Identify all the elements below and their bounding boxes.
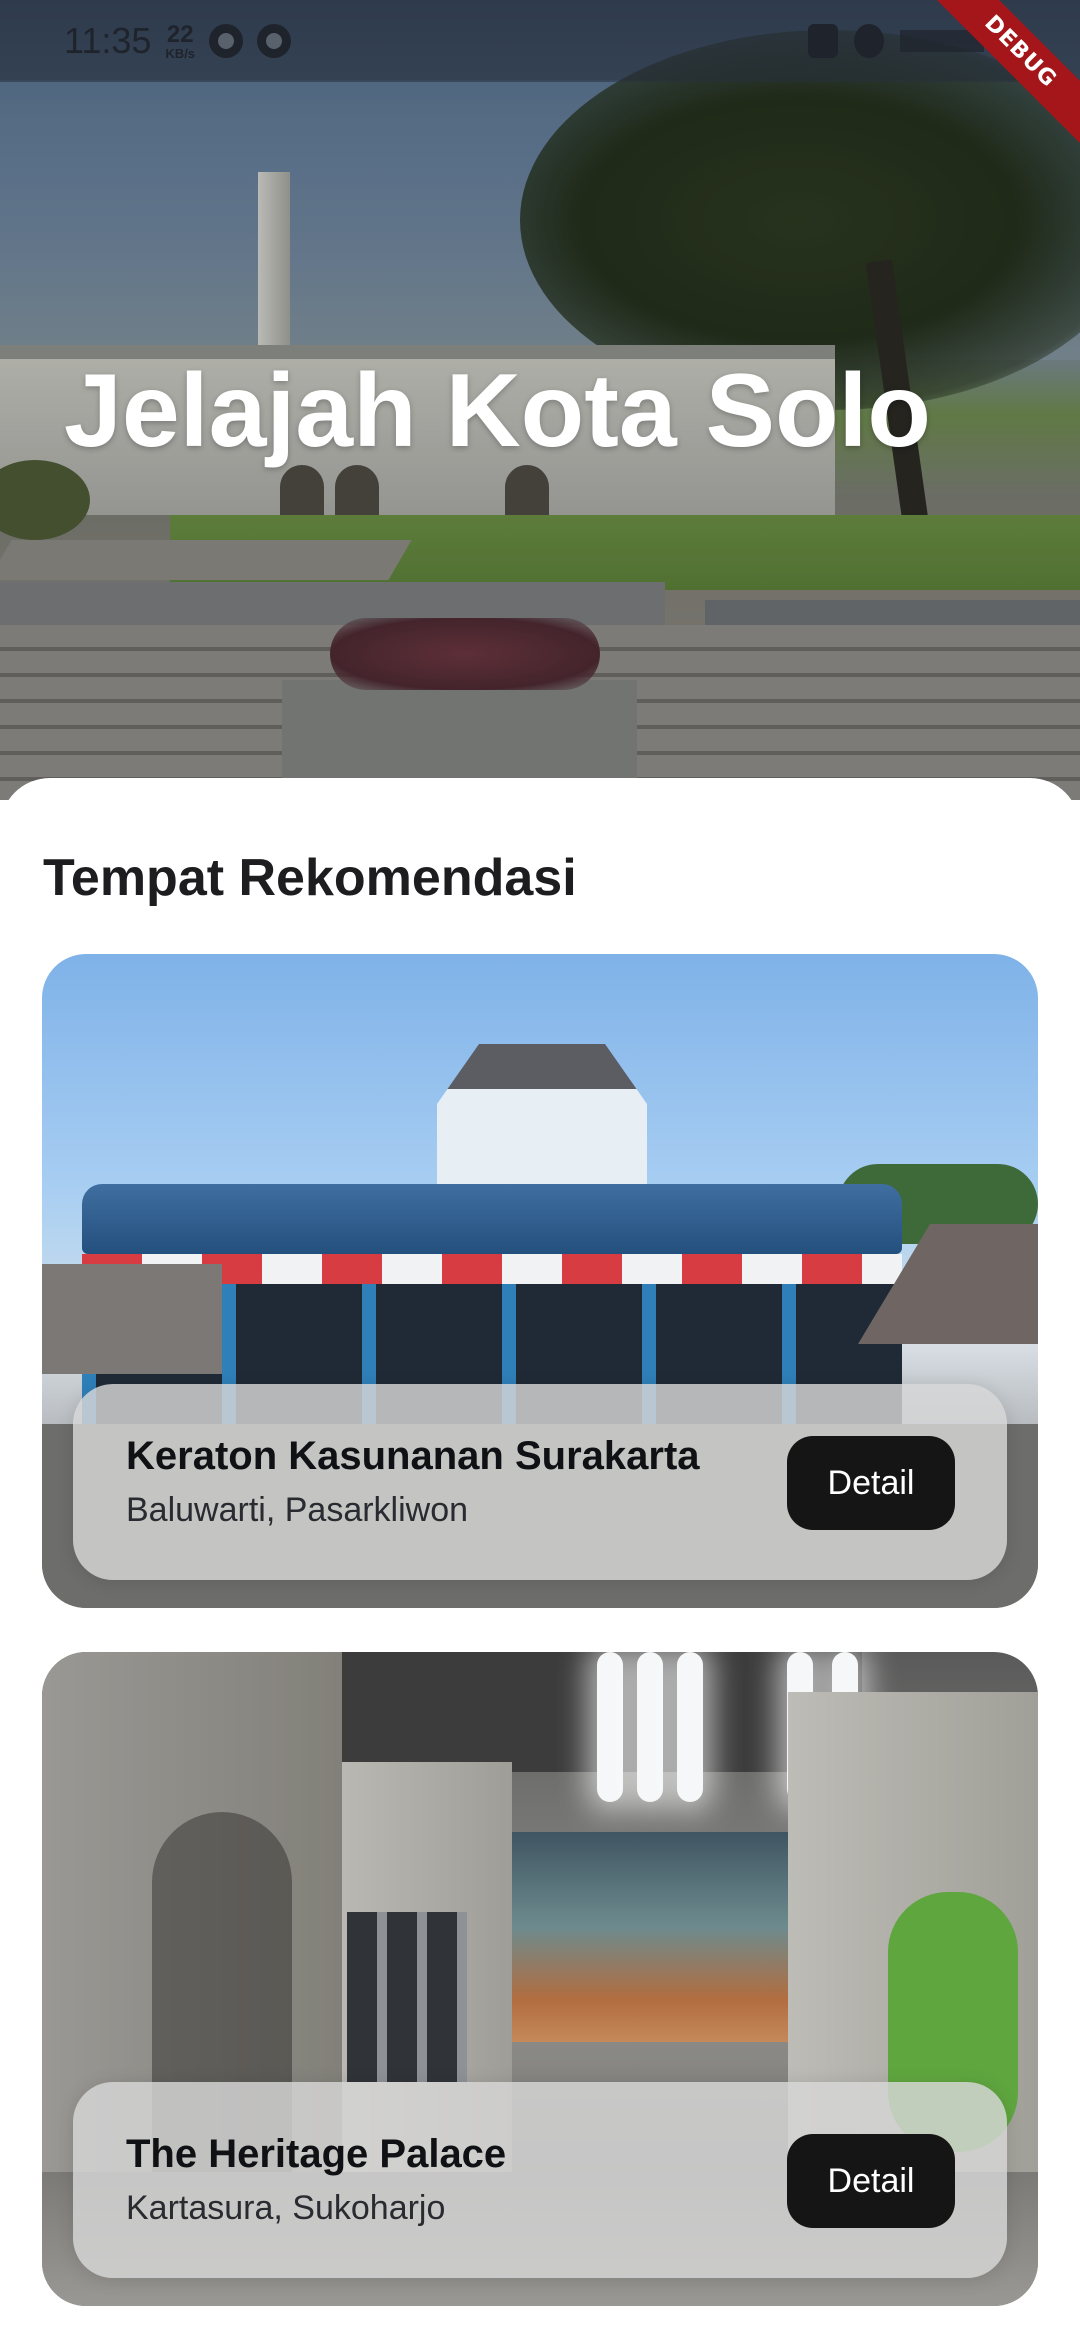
place-info-panel: Keraton Kasunanan Surakarta Baluwarti, P… [73, 1384, 1007, 1580]
card-image-light [597, 1652, 623, 1802]
status-bar: 11:35 22 KB/s [0, 0, 1080, 82]
network-speed-icon: 22 KB/s [165, 20, 196, 61]
card-image-roof [82, 1184, 902, 1254]
search-icon [854, 24, 884, 58]
detail-button[interactable]: Detail [787, 2134, 955, 2228]
status-time: 11:35 [64, 20, 152, 61]
place-location: Baluwarti, Pasarkliwon [126, 1491, 469, 1529]
app-notification-icon [257, 24, 292, 58]
card-image-tower [437, 1044, 647, 1194]
globe-icon [209, 24, 244, 58]
card-image-mural [512, 1832, 802, 2042]
place-card[interactable]: Keraton Kasunanan Surakarta Baluwarti, P… [42, 954, 1038, 1608]
place-name: Keraton Kasunanan Surakarta [126, 1434, 700, 1478]
place-location: Kartasura, Sukoharjo [126, 2189, 446, 2227]
card-image-light [677, 1652, 703, 1802]
card-image-machines [347, 1912, 467, 2082]
hero-title: Jelajah Kota Solo [64, 353, 931, 469]
hero-image: Jelajah Kota Solo [0, 0, 1080, 800]
section-title: Tempat Rekomendasi [43, 849, 577, 907]
network-speed-unit: KB/s [165, 45, 196, 61]
lock-icon [808, 24, 838, 58]
place-card[interactable]: The Heritage Palace Kartasura, Sukoharjo… [42, 1652, 1038, 2306]
card-image-side-building [42, 1264, 222, 1374]
card-image-light [637, 1652, 663, 1802]
detail-button[interactable]: Detail [787, 1436, 955, 1530]
recommendation-sheet: Tempat Rekomendasi Keraton Kasunanan Sur… [0, 778, 1080, 2340]
place-info-panel: The Heritage Palace Kartasura, Sukoharjo… [73, 2082, 1007, 2278]
network-speed-value: 22 [166, 20, 194, 48]
place-name: The Heritage Palace [126, 2132, 507, 2176]
